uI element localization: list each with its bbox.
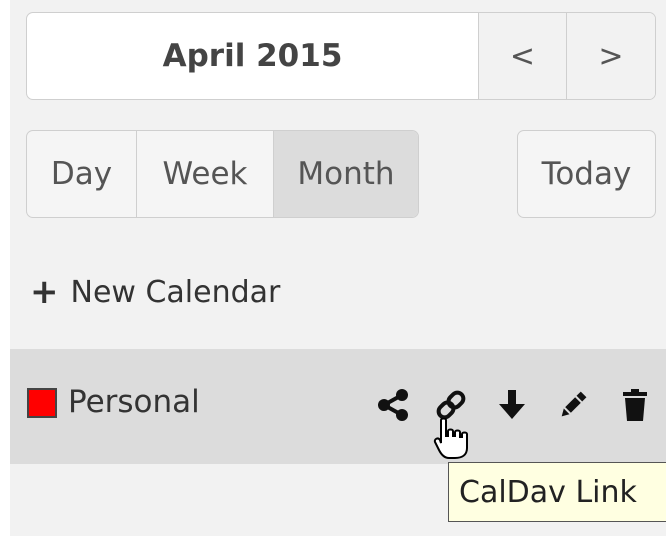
plus-icon: + — [30, 272, 59, 312]
calendar-name: Personal — [68, 384, 200, 420]
new-calendar-button[interactable]: + New Calendar — [30, 270, 280, 314]
tooltip: CalDav Link — [448, 462, 666, 522]
calendar-color-swatch[interactable] — [27, 388, 57, 418]
page-edge — [0, 0, 10, 536]
day-view-button[interactable]: Day — [27, 131, 137, 217]
week-view-button[interactable]: Week — [137, 131, 274, 217]
share-icon[interactable] — [373, 385, 413, 425]
month-view-button[interactable]: Month — [274, 131, 418, 217]
prev-month-button[interactable]: < — [478, 13, 566, 99]
edit-icon[interactable] — [553, 385, 593, 425]
new-calendar-label: New Calendar — [70, 274, 281, 310]
calendar-list-item[interactable]: Personal — [10, 349, 666, 464]
hand-cursor-icon — [433, 417, 479, 464]
view-switcher: Day Week Month — [26, 130, 419, 218]
today-button[interactable]: Today — [517, 130, 656, 218]
next-month-button[interactable]: > — [566, 13, 655, 99]
month-title[interactable]: April 2015 — [27, 13, 478, 99]
delete-icon[interactable] — [615, 385, 655, 425]
download-icon[interactable] — [492, 385, 532, 425]
month-header: April 2015 < > — [26, 12, 656, 100]
